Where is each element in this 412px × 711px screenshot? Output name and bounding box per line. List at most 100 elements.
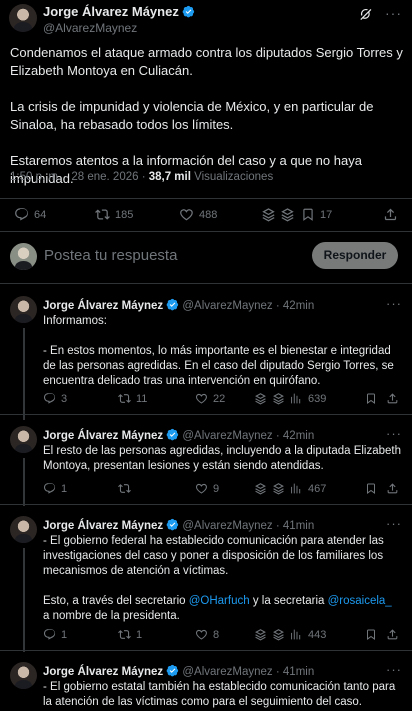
verified-badge-icon [166, 518, 179, 531]
layers-icon-button-2[interactable] [272, 392, 285, 405]
tweet-actions: 64 185 488 17 [0, 198, 412, 228]
reply-tweet[interactable]: Jorge Álvarez Máynez @AlvarezMaynez · 41… [0, 516, 412, 652]
reply-actions: 1 1 8 443 [0, 628, 412, 648]
reply-button[interactable]: 3 [43, 392, 67, 405]
share-button[interactable] [383, 207, 398, 222]
reply-composer: Postea tu respuesta Responder [0, 232, 412, 284]
share-icon [386, 392, 399, 405]
reply-avatar[interactable] [10, 662, 37, 689]
author-handle[interactable]: @AlvarezMaynez [43, 21, 137, 35]
reply-avatar[interactable] [10, 426, 37, 453]
repost-icon [95, 207, 110, 222]
share-button[interactable] [386, 628, 399, 641]
like-icon [195, 628, 208, 641]
reply-button[interactable]: 64 [14, 207, 46, 222]
more-options-icon[interactable]: ··· [385, 5, 402, 21]
views-icon [290, 482, 303, 495]
reply-header: Jorge Álvarez Máynez @AlvarezMaynez · 41… [43, 664, 315, 678]
share-button[interactable] [386, 392, 399, 405]
reply-actions: 3 11 22 639 [0, 392, 412, 412]
like-button[interactable]: 9 [195, 482, 219, 495]
repost-button[interactable]: 11 [118, 392, 147, 405]
views-button[interactable]: 467 [290, 482, 326, 495]
like-icon [195, 392, 208, 405]
like-icon [195, 482, 208, 495]
like-button[interactable]: 8 [195, 628, 219, 641]
repost-icon [118, 628, 131, 641]
bookmark-icon [365, 628, 377, 641]
more-options-icon[interactable]: ··· [386, 662, 402, 677]
reply-icon [14, 207, 29, 222]
reply-avatar[interactable] [10, 516, 37, 543]
layers-icon-button-2[interactable] [272, 628, 285, 641]
like-button[interactable]: 488 [179, 207, 217, 222]
reply-icon [43, 628, 56, 641]
grok-icon[interactable] [359, 7, 374, 22]
reply-text: Informamos: - En estos momentos, lo más … [43, 315, 394, 387]
repost-icon [118, 482, 131, 495]
views-button[interactable]: 639 [290, 392, 326, 405]
tweet-meta: 1:50 p. m. · 28 ene. 2026 · 38,7 mil Vis… [10, 171, 273, 183]
share-icon [383, 207, 398, 222]
divider [0, 414, 412, 415]
reply-header: Jorge Álvarez Máynez @AlvarezMaynez · 42… [43, 428, 315, 442]
more-options-icon[interactable]: ··· [386, 516, 402, 531]
bookmark-icon [365, 392, 377, 405]
reply-tweet[interactable]: Jorge Álvarez Máynez @AlvarezMaynez · 42… [0, 296, 412, 420]
share-icon [386, 628, 399, 641]
divider [0, 504, 412, 505]
reply-text: El resto de las personas agredidas, incl… [43, 445, 402, 472]
more-options-icon[interactable]: ··· [386, 296, 402, 311]
reply-input[interactable]: Postea tu respuesta [44, 247, 177, 264]
bookmark-icon [365, 482, 377, 495]
layers-icon [280, 207, 295, 222]
bookmark-button[interactable] [365, 392, 377, 405]
reply-header: Jorge Álvarez Máynez @AlvarezMaynez · 42… [43, 298, 315, 312]
repost-button[interactable] [118, 482, 136, 495]
verified-badge-icon [182, 5, 195, 18]
user-avatar[interactable] [10, 243, 37, 270]
author-avatar[interactable] [9, 4, 37, 32]
views-icon [290, 392, 303, 405]
tweet-text: Condenamos el ataque armado contra los d… [10, 45, 403, 186]
layers-icon [272, 482, 285, 495]
main-tweet: Jorge Álvarez Máynez @AlvarezMaynez ··· … [0, 0, 412, 232]
repost-icon [118, 392, 131, 405]
repost-button[interactable]: 185 [95, 207, 133, 222]
verified-badge-icon [166, 664, 179, 677]
layers-icon [254, 628, 267, 641]
reply-avatar[interactable] [10, 296, 37, 323]
layers-icon-button[interactable] [254, 392, 267, 405]
like-button[interactable]: 22 [195, 392, 225, 405]
share-button[interactable] [386, 482, 399, 495]
bookmark-button[interactable] [365, 628, 377, 641]
views-icon [290, 628, 303, 641]
layers-icon [254, 392, 267, 405]
more-options-icon[interactable]: ··· [386, 426, 402, 441]
reply-submit-button[interactable]: Responder [312, 242, 398, 269]
layers-icon-button-2[interactable] [280, 207, 295, 222]
bookmark-icon [301, 207, 315, 222]
reply-button[interactable]: 1 [43, 628, 67, 641]
layers-icon-button[interactable] [261, 207, 276, 222]
repost-button[interactable]: 1 [118, 628, 142, 641]
bookmark-button[interactable]: 17 [301, 207, 332, 222]
reply-text: - El gobierno federal ha establecido com… [43, 535, 392, 622]
author-name[interactable]: Jorge Álvarez Máynez [43, 4, 195, 19]
layers-icon [272, 392, 285, 405]
bookmark-button[interactable] [365, 482, 377, 495]
reply-text: - El gobierno estatal también ha estable… [43, 681, 396, 708]
like-icon [179, 207, 194, 222]
views-button[interactable]: 443 [290, 628, 326, 641]
tweet-timestamp[interactable]: 1:50 p. m. · 28 ene. 2026 · [10, 171, 146, 183]
reply-header: Jorge Álvarez Máynez @AlvarezMaynez · 41… [43, 518, 315, 532]
layers-icon-button-2[interactable] [272, 482, 285, 495]
reply-tweet[interactable]: Jorge Álvarez Máynez @AlvarezMaynez · 42… [0, 426, 412, 506]
layers-icon-button[interactable] [254, 628, 267, 641]
mention-link[interactable]: @OHarfuch [189, 595, 250, 607]
layers-icon-button[interactable] [254, 482, 267, 495]
reply-tweet[interactable]: Jorge Álvarez Máynez @AlvarezMaynez · 41… [0, 662, 412, 711]
reply-button[interactable]: 1 [43, 482, 67, 495]
mention-link[interactable]: @rosaicela_ [328, 595, 392, 607]
views-count: 38,7 mil [148, 171, 191, 183]
